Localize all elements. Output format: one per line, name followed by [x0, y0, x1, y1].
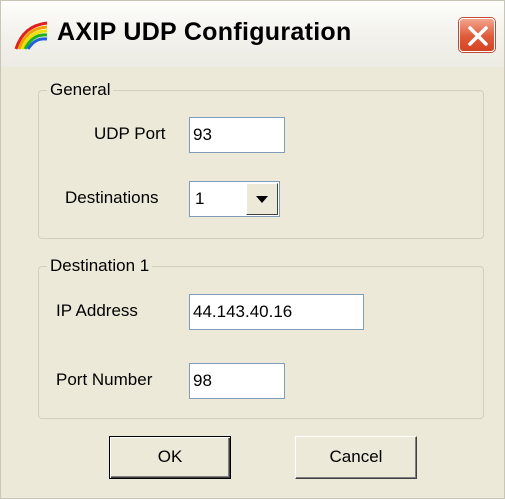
- chevron-down-icon: [256, 196, 268, 203]
- close-button[interactable]: [459, 18, 495, 52]
- port-number-input[interactable]: 98: [189, 363, 285, 399]
- general-legend: General: [50, 80, 111, 99]
- config-dialog: AXIP UDP Configuration General UDP Port …: [0, 0, 505, 499]
- window-title: AXIP UDP Configuration: [57, 18, 352, 46]
- close-icon: [468, 26, 488, 46]
- destinations-dropdown-button[interactable]: [246, 183, 278, 215]
- ok-button[interactable]: OK: [109, 436, 231, 479]
- rainbow-feather-icon: [13, 21, 49, 51]
- port-number-label: Port Number: [56, 370, 153, 389]
- destinations-select[interactable]: 1: [189, 181, 280, 217]
- destination-legend: Destination 1: [50, 256, 150, 275]
- udp-port-input[interactable]: 93: [189, 117, 285, 153]
- ip-address-label: IP Address: [56, 301, 138, 320]
- destinations-label: Destinations: [65, 188, 159, 207]
- udp-port-label: UDP Port: [94, 124, 166, 143]
- cancel-button[interactable]: Cancel: [295, 436, 417, 479]
- title-bar[interactable]: AXIP UDP Configuration: [1, 1, 504, 67]
- destinations-value: 1: [195, 189, 205, 208]
- ip-address-input[interactable]: 44.143.40.16: [189, 294, 364, 330]
